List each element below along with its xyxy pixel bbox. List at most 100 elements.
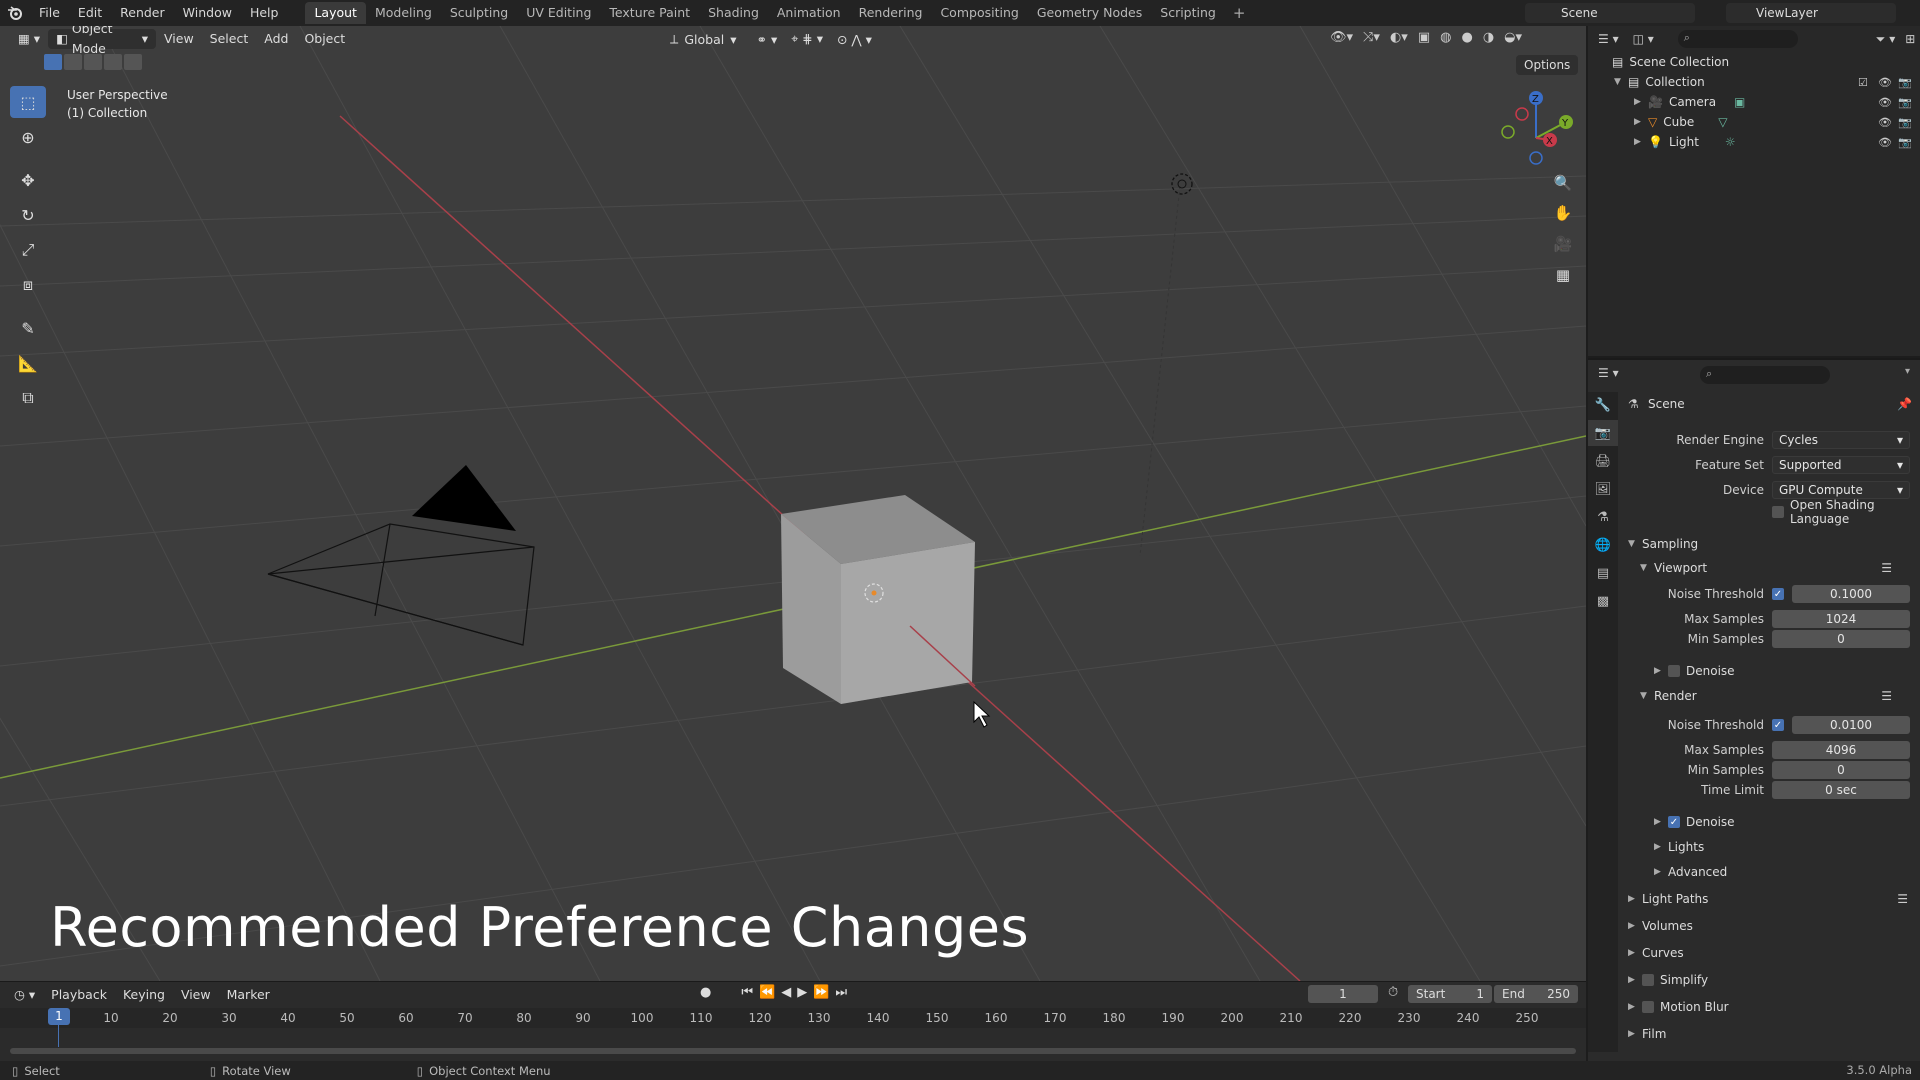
ortho-grid-icon[interactable]: ▦ [1550, 262, 1576, 288]
material-shading-icon[interactable]: ◑ [1483, 30, 1494, 45]
select-invert-button[interactable] [104, 54, 122, 70]
film-panel-header[interactable]: ▶ Film [1624, 1022, 1920, 1046]
editor-type-icon[interactable]: ▦ ▾ [10, 29, 48, 49]
scale-tool-icon[interactable]: ⤢ [10, 234, 46, 266]
r-denoise-checkbox[interactable]: ✓ [1668, 816, 1680, 828]
timeline-editor[interactable]: ◷ ▾ Playback Keying View Marker ● ⏮ ⏪ ◀ … [0, 981, 1586, 1061]
simplify-panel-header[interactable]: ▶ Simplify [1624, 968, 1920, 992]
expand-arrow-icon[interactable]: ▼ [1614, 77, 1624, 87]
tab-layout[interactable]: Layout [305, 2, 366, 24]
menu-marker[interactable]: Marker [219, 987, 278, 1002]
jump-end-icon[interactable]: ⏭ [835, 985, 847, 1000]
vp-min-field[interactable]: 0 [1772, 630, 1910, 648]
visibility-icon[interactable]: 👁▾ [1330, 30, 1353, 45]
rendered-shading-icon[interactable]: ◒▾ [1504, 30, 1522, 45]
viewport-subpanel-header[interactable]: ▼ Viewport ☰ [1640, 557, 1920, 579]
menu-add[interactable]: Add [256, 29, 296, 49]
xray-icon[interactable]: ▣ [1418, 30, 1430, 45]
tab-rendering[interactable]: Rendering [850, 2, 932, 24]
properties-panel[interactable]: ☰ ▾ ⌕ ▾ 🔧 📷 🖨 🖼 ⚗ 🌐 ▤ ▩ ⚗ Scene 📌 Render… [1588, 358, 1920, 1061]
outliner-scene-collection[interactable]: ▤ Scene Collection [1588, 52, 1920, 72]
r-max-field[interactable]: 4096 [1772, 741, 1910, 759]
annotate-tool-icon[interactable]: ✎ [10, 312, 46, 344]
clock-editor-icon[interactable]: ◷ ▾ [6, 987, 43, 1002]
jump-start-icon[interactable]: ⏮ [741, 985, 753, 1000]
tab-sculpting[interactable]: Sculpting [441, 2, 517, 24]
render-camera-icon[interactable]: 📷 [1898, 76, 1912, 89]
menu-object[interactable]: Object [296, 29, 353, 49]
outliner-panel[interactable]: ☰ ▾ ◫ ▾ ⌕ ⏷ ▾ ⊞ ▤ Scene Collection ▼ ▤ C… [1588, 26, 1920, 356]
playhead-frame[interactable]: 1 [48, 1008, 70, 1025]
output-tab-icon[interactable]: 🖨 [1588, 448, 1618, 474]
tab-scripting[interactable]: Scripting [1151, 2, 1225, 24]
r-noise-field[interactable]: 0.0100 [1792, 716, 1910, 734]
expand-arrow-icon[interactable]: ▶ [1634, 117, 1644, 127]
volumes-panel-header[interactable]: ▶ Volumes [1624, 914, 1920, 938]
snap-icon[interactable]: ⌖ ⋕ ▾ [791, 31, 823, 47]
cursor-tool-icon[interactable]: ⊕ [10, 121, 46, 153]
vp-noise-checkbox[interactable]: ✓ [1772, 588, 1784, 600]
expand-arrow-icon[interactable]: ▶ [1634, 137, 1644, 147]
outliner-editor-icon[interactable]: ☰ ▾ [1598, 32, 1619, 46]
visibility-eye-icon[interactable]: 👁 [1878, 76, 1892, 89]
blender-logo-icon[interactable] [0, 0, 30, 26]
tab-compositing[interactable]: Compositing [931, 2, 1027, 24]
end-frame-field[interactable]: End 250 [1494, 985, 1578, 1003]
current-frame-field[interactable]: 1 [1308, 985, 1378, 1003]
rotate-tool-icon[interactable]: ↻ [10, 199, 46, 231]
presets-list-icon[interactable]: ☰ [1897, 892, 1908, 906]
sampling-panel-header[interactable]: ▼ Sampling [1624, 532, 1920, 556]
pan-hand-icon[interactable]: ✋ [1550, 200, 1576, 226]
play-reverse-icon[interactable]: ◀ [781, 985, 791, 1000]
menu-view[interactable]: View [173, 987, 219, 1002]
advanced-subpanel-header[interactable]: ▶ Advanced [1654, 861, 1920, 883]
world-tab-icon[interactable]: 🌐 [1588, 532, 1618, 558]
view-layer-tab-icon[interactable]: 🖼 [1588, 476, 1618, 502]
next-keyframe-icon[interactable]: ⏩ [813, 985, 829, 1000]
menu-playback[interactable]: Playback [43, 987, 115, 1002]
vp-denoise-subpanel-header[interactable]: ▶ Denoise [1654, 660, 1920, 682]
cube-object[interactable] [781, 495, 975, 704]
options-dropdown[interactable]: Options [1516, 55, 1579, 75]
pivot-icon[interactable]: ⚭ ▾ [757, 32, 778, 47]
tab-shading[interactable]: Shading [699, 2, 768, 24]
menu-file[interactable]: File [30, 0, 69, 26]
outliner-item-light[interactable]: ▶ 💡 Light ☼ 👁 📷 [1588, 132, 1920, 152]
new-collection-icon[interactable]: ⊞ [1905, 32, 1915, 46]
start-frame-field[interactable]: Start 1 [1408, 985, 1492, 1003]
timeline-scrollbar[interactable] [10, 1048, 1576, 1054]
r-noise-checkbox[interactable]: ✓ [1772, 719, 1784, 731]
render-tab-icon[interactable]: 📷 [1588, 420, 1618, 446]
properties-search-input[interactable]: ⌕ [1700, 366, 1830, 384]
menu-help[interactable]: Help [241, 0, 288, 26]
collection-tab-icon[interactable]: ▤ [1588, 560, 1618, 586]
mode-selector[interactable]: ◧ Object Mode ▾ [48, 26, 156, 56]
outliner-item-cube[interactable]: ▶ ▽ Cube ▽ 👁 📷 [1588, 112, 1920, 132]
filter-icon[interactable]: ⏷ ▾ [1876, 32, 1895, 47]
transform-tool-icon[interactable]: ⧈ [10, 269, 46, 301]
wireframe-shading-icon[interactable]: ◍ [1440, 30, 1451, 45]
render-subpanel-header[interactable]: ▼ Render ☰ [1640, 685, 1920, 707]
r-denoise-subpanel-header[interactable]: ▶ ✓ Denoise [1654, 811, 1920, 833]
play-icon[interactable]: ▶ [797, 985, 807, 1000]
tab-animation[interactable]: Animation [768, 2, 850, 24]
vp-noise-field[interactable]: 0.1000 [1792, 585, 1910, 603]
outliner-collection[interactable]: ▼ ▤ Collection ☑ 👁 📷 [1588, 72, 1920, 92]
device-select[interactable]: GPU Compute ▾ [1772, 481, 1910, 499]
exclude-checkbox-icon[interactable]: ☑ [1858, 76, 1868, 89]
menu-view[interactable]: View [156, 29, 202, 49]
r-min-field[interactable]: 0 [1772, 761, 1910, 779]
outliner-search-input[interactable]: ⌕ [1677, 30, 1798, 48]
menu-select[interactable]: Select [202, 29, 257, 49]
motion-blur-checkbox[interactable] [1642, 1001, 1654, 1013]
expand-arrow-icon[interactable]: ▶ [1634, 97, 1644, 107]
scene-tab-icon[interactable]: ⚗ [1588, 504, 1618, 530]
proportional-edit-icon[interactable]: ⊙ ⋀ ▾ [837, 32, 872, 47]
chevron-down-icon[interactable]: ▾ [1905, 366, 1910, 377]
render-camera-icon[interactable]: 📷 [1898, 116, 1912, 129]
texture-tab-icon[interactable]: ▩ [1588, 588, 1618, 614]
vp-max-field[interactable]: 1024 [1772, 610, 1910, 628]
stopwatch-icon[interactable]: ⏱ [1388, 985, 1398, 1000]
add-cube-tool-icon[interactable]: ⧉ [10, 382, 46, 414]
menu-window[interactable]: Window [174, 0, 241, 26]
